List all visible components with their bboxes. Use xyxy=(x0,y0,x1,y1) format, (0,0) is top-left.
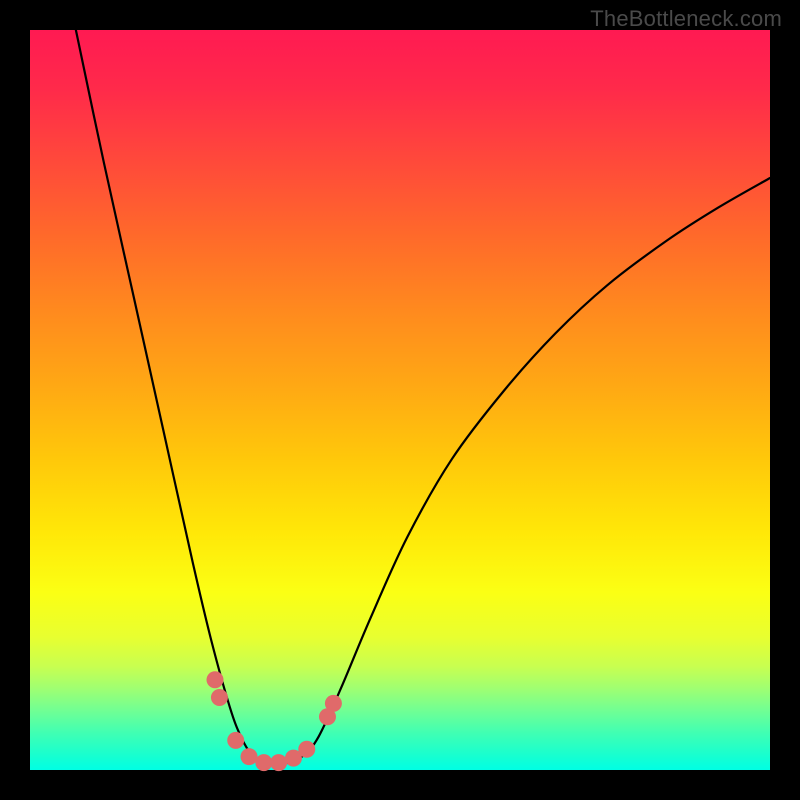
marker-dot xyxy=(241,748,258,765)
marker-dot xyxy=(227,732,244,749)
marker-dot xyxy=(255,754,272,771)
marker-group xyxy=(207,671,342,771)
marker-dot xyxy=(325,695,342,712)
curve-layer xyxy=(30,30,770,770)
chart-frame: TheBottleneck.com xyxy=(0,0,800,800)
watermark-text: TheBottleneck.com xyxy=(590,6,782,32)
marker-dot xyxy=(211,689,228,706)
marker-dot xyxy=(270,754,287,771)
plot-area xyxy=(30,30,770,770)
bottleneck-curve xyxy=(76,30,770,764)
marker-dot xyxy=(207,671,224,688)
marker-dot xyxy=(298,741,315,758)
